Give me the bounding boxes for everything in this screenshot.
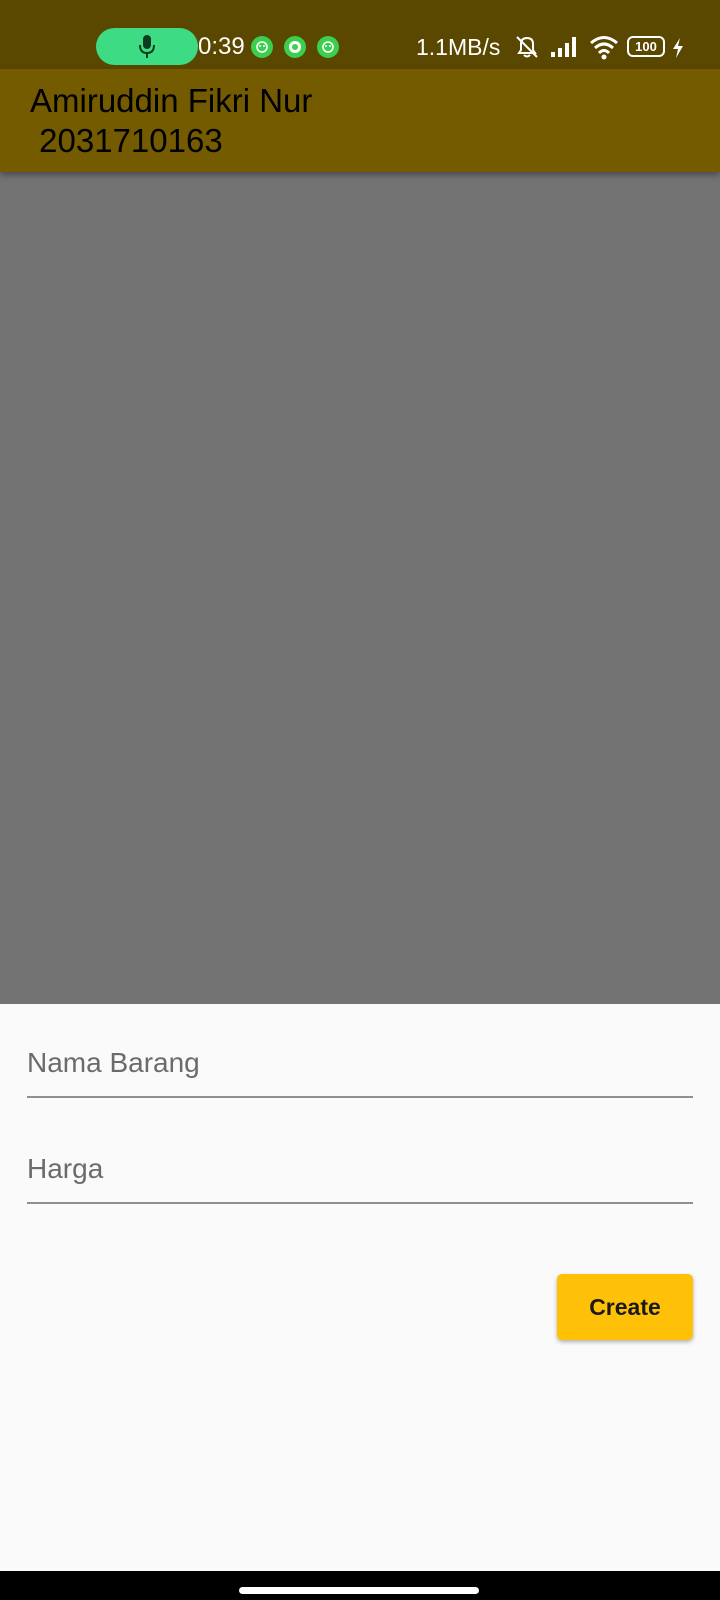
notification-app-icon bbox=[317, 36, 339, 58]
network-speed: 1.1MB/s bbox=[416, 34, 501, 60]
app-bar: Amiruddin Fikri Nur 2031710163 bbox=[0, 69, 720, 172]
navigation-bar bbox=[0, 1571, 720, 1600]
nama-barang-input[interactable] bbox=[27, 1026, 693, 1096]
battery-icon: 100 bbox=[627, 36, 665, 57]
mic-icon bbox=[139, 34, 155, 58]
app-title: Amiruddin Fikri Nur 2031710163 bbox=[30, 82, 313, 159]
harga-field bbox=[27, 1132, 693, 1204]
harga-input[interactable] bbox=[27, 1132, 693, 1202]
status-time: 0:39 bbox=[198, 33, 245, 60]
create-button[interactable]: Create bbox=[557, 1274, 693, 1340]
notification-app-icon bbox=[251, 36, 273, 58]
bottom-sheet: Create bbox=[0, 1004, 720, 1571]
status-bar: 0:39 1.1MB/s 100 bbox=[0, 0, 720, 69]
wifi-icon bbox=[590, 36, 618, 60]
charging-icon bbox=[673, 38, 683, 58]
mic-indicator[interactable] bbox=[96, 28, 198, 65]
home-handle[interactable] bbox=[239, 1587, 479, 1594]
battery-level: 100 bbox=[635, 39, 657, 54]
bell-off-icon bbox=[516, 36, 538, 58]
nama-barang-field bbox=[27, 1026, 693, 1098]
modal-scrim[interactable] bbox=[0, 172, 720, 1004]
signal-icon bbox=[551, 37, 576, 57]
whatsapp-icon bbox=[284, 36, 306, 58]
